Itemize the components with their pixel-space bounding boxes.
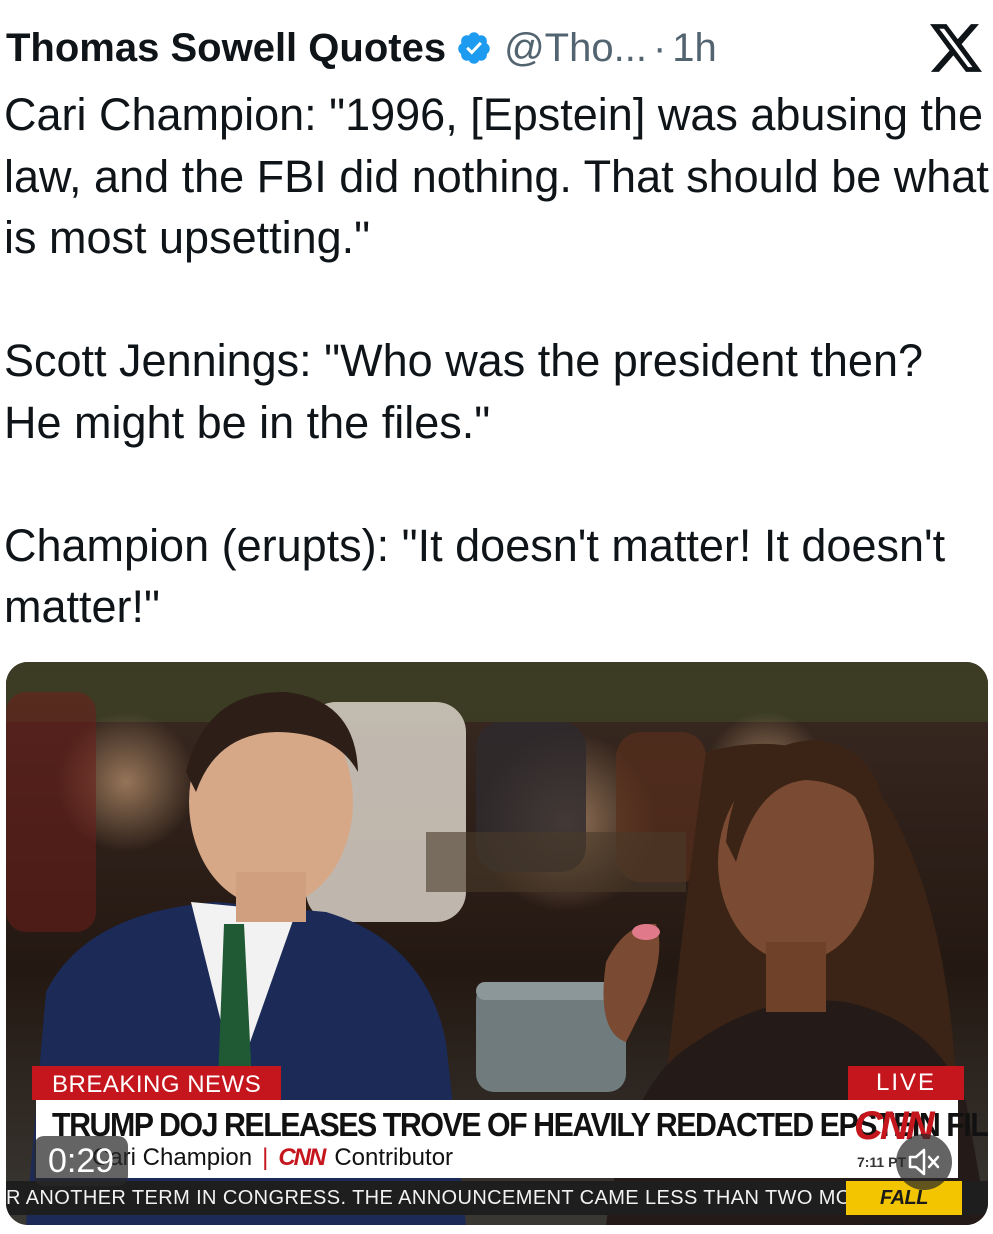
ticker-text: R ANOTHER TERM IN CONGRESS. THE ANNOUNCE…: [6, 1187, 880, 1209]
tweet-paragraph: Champion (erupts): "It doesn't matter! I…: [4, 519, 958, 633]
tweet-header: Thomas Sowell Quotes @Tho... · 1h: [6, 18, 986, 78]
verified-badge-icon: [458, 32, 490, 64]
separator-dot: ·: [652, 25, 667, 70]
chyron-headline: TRUMP DOJ RELEASES TROVE OF HEAVILY REDA…: [52, 1106, 988, 1143]
chyron-top-bar: BREAKING NEWS LIVE: [32, 1066, 964, 1100]
live-label: LIVE: [847, 1066, 964, 1100]
promo-badge: FALL FRIDAYS: [846, 1181, 962, 1225]
author-name[interactable]: Thomas Sowell Quotes: [6, 26, 446, 71]
chyron-headline-bar: TRUMP DOJ RELEASES TROVE OF HEAVILY REDA…: [36, 1100, 988, 1178]
chyron-name-line: Cari Champion | CNN Contributor: [92, 1144, 453, 1172]
timestamp[interactable]: 1h: [672, 26, 717, 71]
tweet-paragraph: Cari Champion: "1996, [Epstein] was abus…: [4, 89, 989, 263]
speaker-title: Contributor: [334, 1144, 454, 1171]
tweet-paragraph: Scott Jennings: "Who was the president t…: [4, 335, 936, 448]
news-ticker: R ANOTHER TERM IN CONGRESS. THE ANNOUNCE…: [6, 1181, 988, 1225]
video-player[interactable]: BREAKING NEWS LIVE TRUMP DOJ RELEASES TR…: [6, 662, 988, 1225]
x-logo-icon[interactable]: [930, 24, 982, 72]
mute-button[interactable]: [896, 1134, 952, 1190]
tweet-body: Cari Champion: "1996, [Epstein] was abus…: [4, 84, 989, 638]
breaking-news-label: BREAKING NEWS: [32, 1066, 282, 1100]
network-logo-small: CNN: [278, 1144, 326, 1171]
video-duration: 0:29: [34, 1136, 129, 1186]
author-handle[interactable]: @Tho...: [504, 26, 647, 71]
name-separator: |: [262, 1144, 269, 1171]
speaker-muted-icon: [908, 1148, 940, 1176]
